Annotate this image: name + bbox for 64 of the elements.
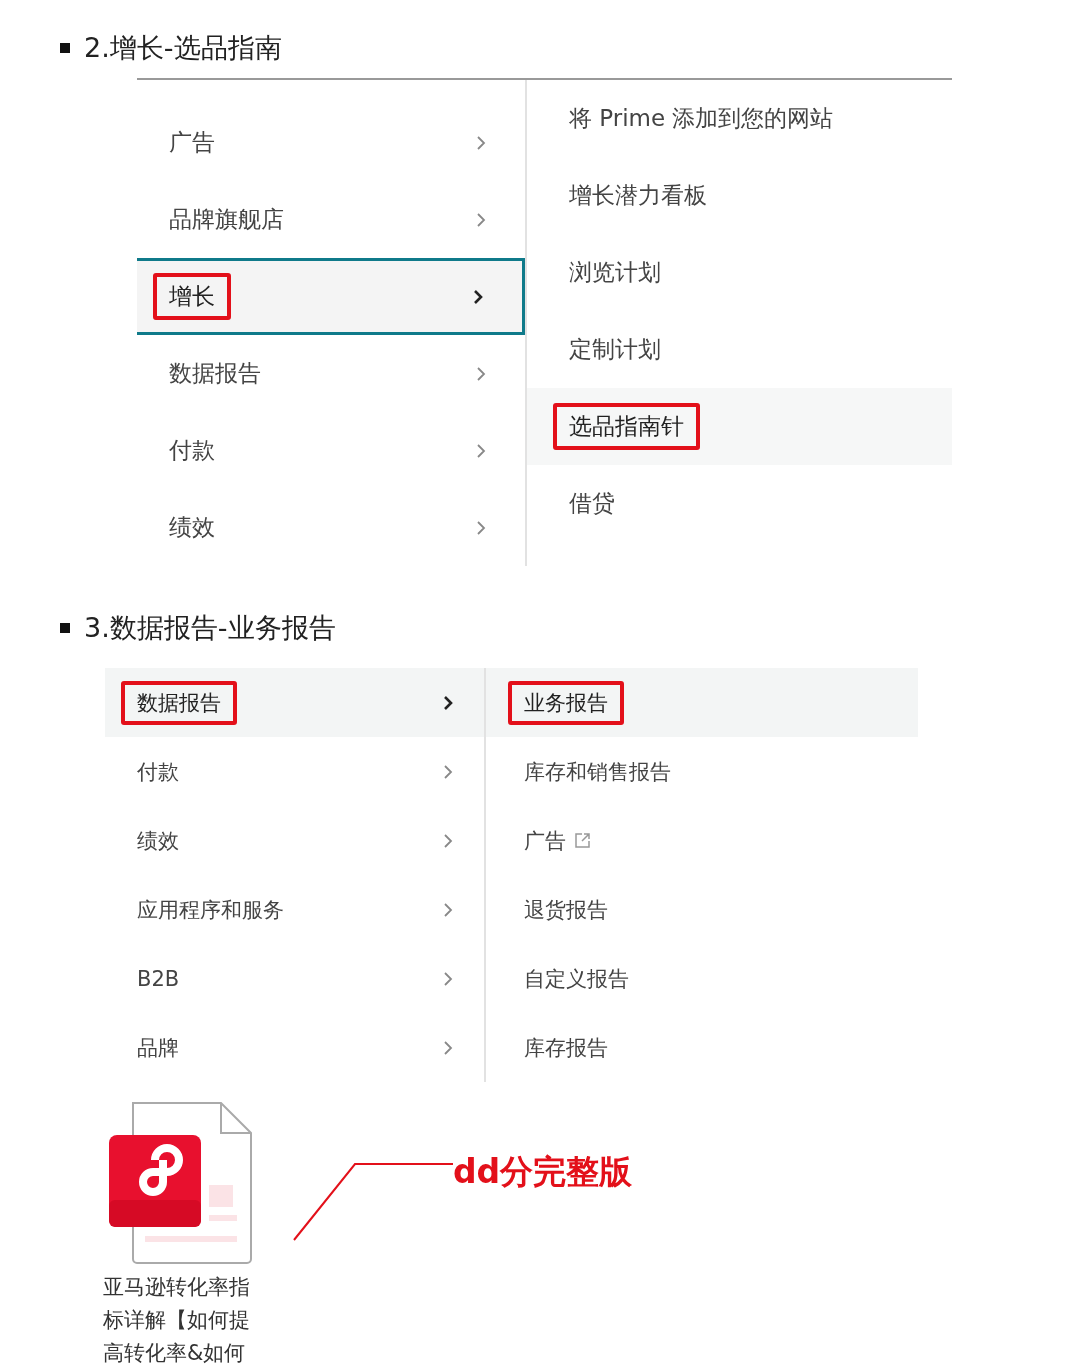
submenu-item[interactable]: 库存和销售报告 — [486, 737, 918, 806]
submenu-item[interactable]: 增长潜力看板 — [527, 157, 952, 234]
submenu-item[interactable]: 浏览计划 — [527, 234, 952, 311]
submenu-item-label: 增长潜力看板 — [568, 181, 708, 210]
submenu-item-label: 库存和销售报告 — [523, 758, 672, 786]
chevron-right-icon — [442, 831, 454, 850]
submenu-item[interactable]: 选品指南针 — [527, 388, 952, 465]
chevron-right-icon — [475, 364, 487, 383]
submenu-item-label: 退货报告 — [523, 896, 609, 924]
annotation-text: dd分完整版 — [453, 1151, 633, 1193]
submenu-item[interactable]: 广告 — [486, 806, 918, 875]
menu-item[interactable]: 付款 — [105, 737, 484, 806]
file-caption: 亚马逊转化率指标详解【如何提高转化率&如何 — [103, 1274, 251, 1364]
menu-item-label: 付款 — [168, 436, 216, 465]
menu-item-label: 数据报告 — [168, 359, 262, 388]
menu-item-label: 广告 — [168, 128, 216, 157]
menu-item-label: 付款 — [136, 758, 180, 786]
submenu-item[interactable]: 退货报告 — [486, 875, 918, 944]
menu-item[interactable]: 绩效 — [105, 806, 484, 875]
submenu-item[interactable]: 自定义报告 — [486, 944, 918, 1013]
submenu-item-label: 自定义报告 — [523, 965, 630, 993]
submenu-item-label: 选品指南针 — [553, 403, 700, 450]
submenu-item-label: 广告 — [508, 818, 607, 863]
chevron-right-icon — [442, 900, 454, 919]
section-heading: 2.增长-选品指南 — [60, 30, 1080, 66]
menu-item-label: 品牌旗舰店 — [168, 205, 285, 234]
submenu-item[interactable]: 定制计划 — [527, 311, 952, 388]
menu-item[interactable]: 广告 — [137, 104, 525, 181]
submenu-item-label: 浏览计划 — [568, 258, 662, 287]
menu-item-label: 绩效 — [168, 513, 216, 542]
submenu-item[interactable]: 业务报告 — [486, 668, 918, 737]
chevron-right-icon — [472, 287, 484, 306]
menu-item-label: 数据报告 — [121, 680, 237, 725]
menu-item-label: 绩效 — [136, 827, 180, 855]
submenu-item[interactable]: 库存报告 — [486, 1013, 918, 1082]
chevron-right-icon — [442, 969, 454, 988]
submenu-item-label: 库存报告 — [523, 1034, 609, 1062]
chevron-right-icon — [442, 762, 454, 781]
menu-item[interactable]: 增长 — [137, 258, 525, 335]
menu-item-label: B2B — [136, 965, 181, 993]
submenu-item[interactable]: 借贷 — [527, 465, 952, 542]
chevron-right-icon — [475, 133, 487, 152]
menu-item[interactable]: 数据报告 — [105, 668, 484, 737]
submenu-item-label: 将 Prime 添加到您的网站 — [568, 104, 835, 133]
menu-item[interactable]: 绩效 — [137, 489, 525, 566]
chevron-right-icon — [475, 518, 487, 537]
section-heading: 3.数据报告-业务报告 — [60, 610, 1080, 646]
menu-item[interactable]: 应用程序和服务 — [105, 875, 484, 944]
chevron-right-icon — [442, 1038, 454, 1057]
menu-item[interactable]: 品牌 — [105, 1013, 484, 1082]
menu-item-label: 增长 — [153, 273, 231, 320]
menu-item-label: 应用程序和服务 — [136, 896, 285, 924]
submenu-item[interactable]: 将 Prime 添加到您的网站 — [527, 80, 952, 157]
submenu-item-label: 借贷 — [568, 489, 616, 518]
menu-item[interactable]: 数据报告 — [137, 335, 525, 412]
submenu-item-label: 定制计划 — [568, 335, 662, 364]
menu-item[interactable]: 品牌旗舰店 — [137, 181, 525, 258]
menu-item-label: 品牌 — [136, 1034, 180, 1062]
menu-item[interactable]: B2B — [105, 944, 484, 1013]
menu-item[interactable]: 付款 — [137, 412, 525, 489]
submenu-item-label: 业务报告 — [508, 680, 624, 725]
chevron-right-icon — [475, 210, 487, 229]
chevron-right-icon — [475, 441, 487, 460]
chevron-right-icon — [442, 693, 454, 712]
